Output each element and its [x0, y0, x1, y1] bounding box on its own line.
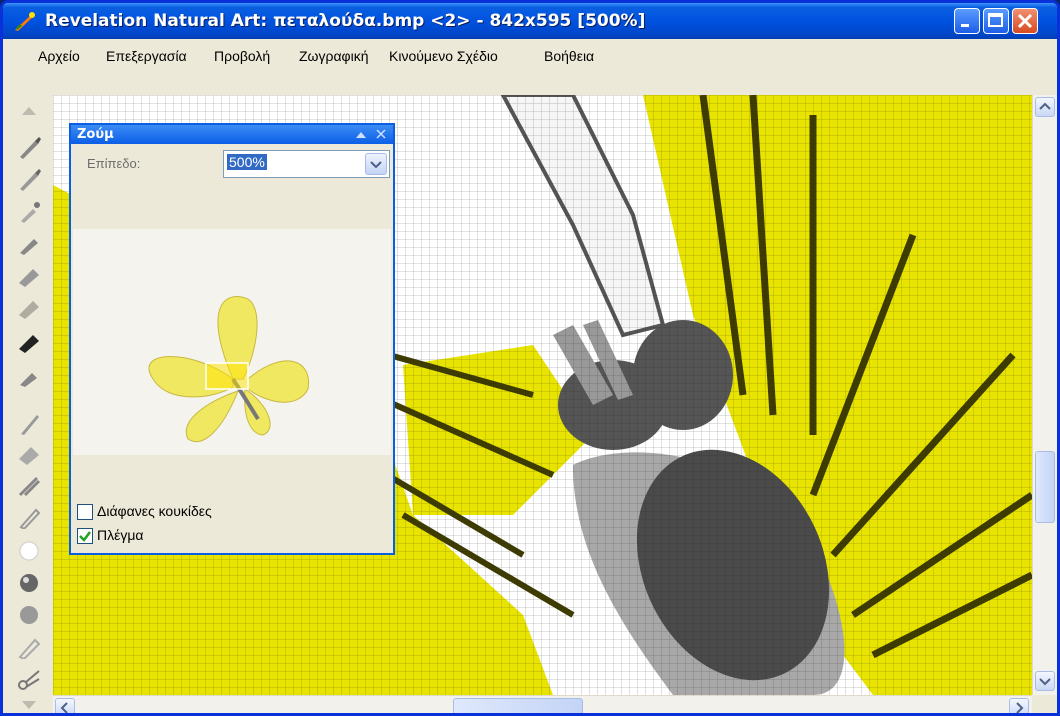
- zoom-level-dropdown-button[interactable]: [365, 153, 387, 175]
- menu-help[interactable]: Βοήθεια: [544, 48, 594, 64]
- marker-icon[interactable]: [17, 263, 41, 287]
- transparent-dots-checkbox[interactable]: [77, 504, 93, 521]
- pastel-icon[interactable]: [17, 505, 41, 529]
- scroll-left-button[interactable]: [55, 698, 75, 713]
- vertical-scrollbar[interactable]: [1032, 95, 1057, 695]
- zoom-level-value: 500%: [227, 154, 267, 170]
- scroll-down-button[interactable]: [1035, 671, 1055, 691]
- grid-label: Πλέγμα: [97, 527, 144, 543]
- scrollbar-corner: [1032, 695, 1057, 713]
- blob-icon[interactable]: [17, 603, 41, 627]
- scroll-up-icon[interactable]: [20, 105, 38, 117]
- pen-icon[interactable]: [17, 231, 41, 255]
- zoom-preview[interactable]: [73, 229, 391, 455]
- vertical-scroll-thumb[interactable]: [1035, 451, 1055, 523]
- crayon-icon[interactable]: [17, 363, 41, 387]
- chevron-right-icon: [1016, 702, 1024, 713]
- scroll-up-button[interactable]: [1035, 97, 1055, 117]
- zoom-panel-title: Ζούμ: [77, 127, 114, 142]
- menu-edit[interactable]: Επεξεργασία: [106, 48, 187, 64]
- app-window: Revelation Natural Art: πεταλούδα.bmp <2…: [0, 0, 1060, 716]
- maximize-button[interactable]: [983, 8, 1009, 34]
- grid-row[interactable]: Πλέγμα: [77, 527, 144, 545]
- close-icon: [1017, 13, 1033, 29]
- pencil-icon[interactable]: [17, 295, 41, 319]
- zoom-panel: Ζούμ Επίπεδο: 500% Διάφανες κουκίδες Πλέ…: [69, 123, 395, 555]
- transparent-dots-row[interactable]: Διάφανες κουκίδες: [77, 503, 212, 521]
- brush-icon[interactable]: [17, 135, 41, 159]
- menu-view[interactable]: Προβολή: [214, 48, 270, 64]
- app-icon: [15, 12, 35, 31]
- maximize-icon: [988, 13, 1003, 27]
- horizontal-scroll-thumb[interactable]: [453, 698, 583, 713]
- chevron-down-icon: [370, 161, 382, 169]
- zoom-panel-titlebar[interactable]: Ζούμ: [71, 125, 393, 144]
- blender-icon[interactable]: [17, 473, 41, 497]
- sphere-icon[interactable]: [17, 571, 41, 595]
- smudge-icon[interactable]: [17, 635, 41, 659]
- circle-icon[interactable]: [17, 539, 41, 563]
- menu-animation[interactable]: Κινούμενο Σχέδιο: [389, 48, 498, 64]
- scroll-right-button[interactable]: [1009, 698, 1029, 713]
- close-icon[interactable]: [375, 128, 387, 140]
- chevron-up-icon: [1039, 102, 1051, 110]
- scroll-down-icon[interactable]: [20, 699, 38, 711]
- chalk-icon[interactable]: [17, 329, 41, 353]
- close-button[interactable]: [1012, 8, 1038, 34]
- menu-file[interactable]: Αρχείο: [38, 48, 80, 64]
- check-icon: [79, 531, 91, 543]
- title-bar[interactable]: Revelation Natural Art: πεταλούδα.bmp <2…: [3, 3, 1057, 39]
- eraser-icon[interactable]: [17, 441, 41, 465]
- zoom-level-select[interactable]: 500%: [223, 150, 390, 178]
- collapse-icon[interactable]: [355, 129, 367, 139]
- brush-icon[interactable]: [17, 167, 41, 191]
- zoom-level-label: Επίπεδο:: [87, 156, 141, 171]
- horizontal-scrollbar[interactable]: [53, 695, 1032, 713]
- tool-palette: [3, 95, 53, 713]
- menu-bar: Αρχείο Επεξεργασία Προβολή Ζωγραφική Κιν…: [3, 39, 1057, 71]
- butterfly-thumbnail: [148, 296, 310, 442]
- knife-icon[interactable]: [17, 411, 41, 435]
- minimize-button[interactable]: [954, 8, 980, 34]
- grid-checkbox[interactable]: [77, 528, 93, 545]
- chevron-left-icon: [60, 702, 68, 713]
- airbrush-icon[interactable]: [17, 199, 41, 223]
- chevron-down-icon: [1039, 678, 1051, 686]
- window-title: Revelation Natural Art: πεταλούδα.bmp <2…: [45, 11, 646, 31]
- transparent-dots-label: Διάφανες κουκίδες: [97, 503, 212, 519]
- menu-paint[interactable]: Ζωγραφική: [299, 48, 369, 64]
- scissors-icon[interactable]: [17, 667, 41, 691]
- minimize-icon: [961, 24, 969, 27]
